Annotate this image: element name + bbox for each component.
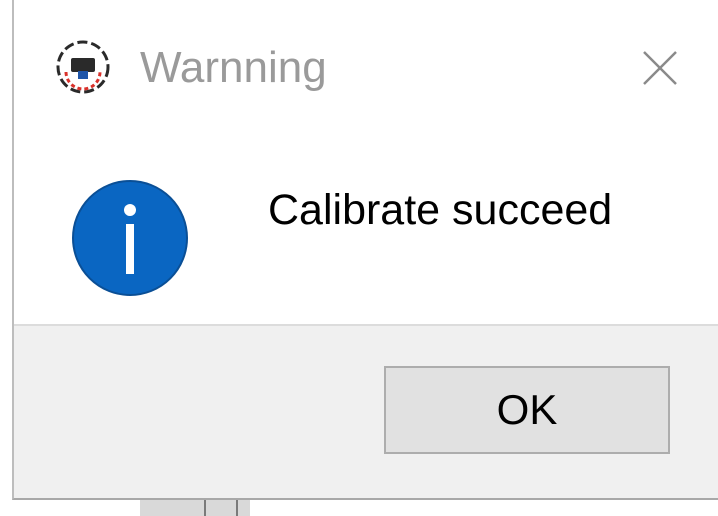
background-divider bbox=[236, 500, 238, 516]
camera-app-icon bbox=[54, 38, 112, 96]
message-text: Calibrate succeed bbox=[268, 186, 613, 234]
message-dialog: Warnning Calibrate succeed OK bbox=[12, 0, 718, 500]
background-window-edge bbox=[140, 500, 250, 516]
close-button[interactable] bbox=[628, 36, 692, 100]
ok-button[interactable]: OK bbox=[384, 366, 670, 454]
window-title: Warnning bbox=[140, 43, 327, 92]
info-icon bbox=[70, 178, 190, 298]
title-bar[interactable]: Warnning bbox=[14, 0, 718, 140]
close-icon bbox=[643, 51, 677, 85]
background-divider bbox=[204, 500, 206, 516]
button-bar: OK bbox=[14, 324, 718, 498]
dialog-content: Calibrate succeed bbox=[14, 140, 718, 326]
